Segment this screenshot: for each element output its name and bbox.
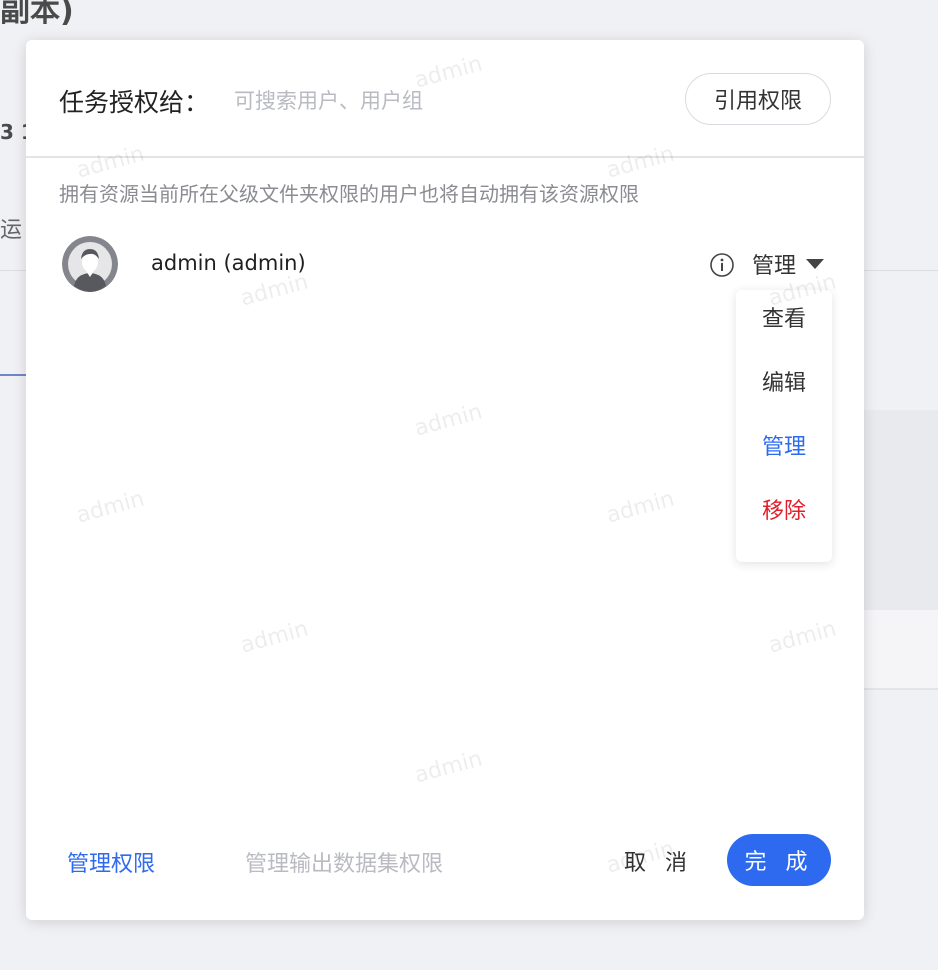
watermark: admin	[603, 486, 677, 529]
background-page-title: 副本)	[0, 0, 74, 29]
user-name: admin (admin)	[151, 251, 306, 275]
watermark: admin	[237, 616, 311, 659]
menu-item-edit[interactable]: 编辑	[736, 364, 832, 404]
manage-permissions-link[interactable]: 管理权限	[67, 846, 155, 878]
background-panel	[864, 610, 938, 690]
role-dropdown-menu: 查看 编辑 管理 移除	[736, 290, 832, 562]
watermark: admin	[411, 746, 485, 789]
assign-to-label: 任务授权给：	[59, 88, 210, 117]
info-icon[interactable]	[709, 252, 735, 278]
menu-item-remove[interactable]: 移除	[736, 492, 832, 532]
menu-item-view[interactable]: 查看	[736, 300, 832, 340]
cancel-button[interactable]: 取 消	[624, 842, 693, 880]
permission-dialog: 任务授权给： 引用权限 拥有资源当前所在父级文件夹权限的用户也将自动拥有该资源权…	[26, 40, 864, 920]
cite-permission-button[interactable]: 引用权限	[685, 73, 831, 125]
dialog-header: 任务授权给： 引用权限	[26, 40, 864, 158]
role-select[interactable]: 管理	[752, 248, 825, 280]
done-button[interactable]: 完 成	[727, 834, 831, 886]
user-permission-row: admin (admin) 管理	[62, 236, 832, 296]
user-avatar	[62, 236, 118, 292]
watermark: admin	[73, 486, 147, 529]
background-tab-indicator	[0, 374, 26, 376]
background-text-fragment: 运	[0, 218, 23, 243]
role-select-value: 管理	[752, 254, 797, 279]
menu-item-manage[interactable]: 管理	[736, 428, 832, 468]
watermark: admin	[411, 399, 485, 442]
user-search-input[interactable]	[234, 84, 654, 118]
background-panel	[864, 410, 938, 610]
inherit-notice: 拥有资源当前所在父级文件夹权限的用户也将自动拥有该资源权限	[59, 182, 639, 206]
watermark: admin	[765, 616, 839, 659]
caret-down-icon	[806, 259, 825, 269]
manage-output-dataset-permissions-link[interactable]: 管理输出数据集权限	[245, 846, 443, 878]
